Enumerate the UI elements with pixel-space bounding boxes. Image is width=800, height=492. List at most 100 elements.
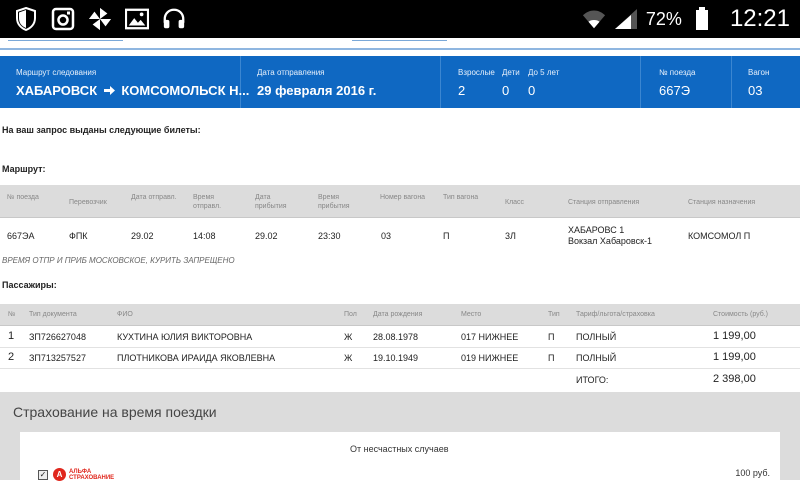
birth-cell: 19.10.1949 [373, 353, 419, 363]
class-cell: 3Л [505, 231, 516, 241]
carrier-cell: ФПК [69, 231, 88, 241]
car-no-cell: 03 [381, 231, 392, 241]
col-carrier: Перевозчик [69, 199, 107, 206]
passenger-counts: Взрослые 2 Дети 0 До 5 лет 0 [441, 56, 641, 108]
train-value: 667Э [659, 83, 691, 98]
col-num: № [8, 311, 16, 318]
battery-icon [690, 7, 714, 31]
seat-cell: 017 НИЖНЕЕ [461, 332, 519, 342]
route-note: ВРЕМЯ ОТПР И ПРИБ МОСКОВСКОЕ, КУРИТЬ ЗАП… [2, 256, 235, 265]
col-arr-date: Дата прибытия [255, 194, 287, 210]
arr-date-cell: 29.02 [255, 231, 278, 241]
cut-off-link[interactable] [352, 38, 447, 41]
pinwheel-icon [88, 7, 112, 31]
car-label: Вагон [748, 68, 770, 77]
row-divider [0, 368, 800, 369]
route-label: Маршрут следования [16, 68, 97, 77]
dep-date-cell: 29.02 [131, 231, 154, 241]
clock: 12:21 [729, 5, 790, 32]
col-tariff: Тариф/льгота/страховка [576, 311, 655, 318]
tariff-cell: ПОЛНЫЙ [576, 332, 617, 342]
col-arr-time: Время прибытия [318, 194, 350, 210]
doc-cell: ЗП713257527 [29, 353, 86, 363]
train-cell: 667ЭА [7, 231, 35, 241]
seat-cell: 019 НИЖНЕЕ [461, 353, 519, 363]
insurance-panel: Страхование на время поездки От несчастн… [0, 392, 800, 492]
col-seat: Место [461, 311, 482, 318]
alfa-logo-text: АЛЬФА СТРАХОВАНИЕ [69, 468, 115, 481]
train-summary: № поезда 667Э [641, 56, 732, 108]
children-value: 0 [502, 83, 510, 98]
route-table-header: № поезда Перевозчик Дата отправл. Время … [0, 185, 800, 218]
trip-summary-header: Маршрут следования ХАБАРОВСК КОМСОМОЛЬСК… [0, 56, 800, 108]
battery-level: 72% [645, 8, 682, 29]
insurance-subtitle: От несчастных случаев [350, 444, 449, 454]
col-car-type: Тип вагона [443, 194, 479, 201]
type-cell: П [548, 353, 555, 363]
price-cell: 1 199,00 [713, 351, 756, 363]
type-cell: П [548, 332, 555, 342]
wifi-icon [582, 7, 606, 31]
instagram-icon [51, 7, 75, 31]
alfa-insurance-logo: A АЛЬФА СТРАХОВАНИЕ [53, 468, 114, 481]
col-name: ФИО [117, 311, 133, 318]
arr-time-cell: 23:30 [318, 231, 341, 241]
passengers-table-header: № Тип документа ФИО Пол Дата рождения Ме… [0, 304, 800, 326]
row-num: 1 [8, 330, 15, 342]
gallery-icon [125, 7, 149, 31]
row-num: 2 [8, 351, 15, 363]
row-divider [0, 347, 800, 348]
name-cell: ПЛОТНИКОВА ИРАИДА ЯКОВЛЕВНА [117, 353, 276, 363]
name-cell: КУХТИНА ЮЛИЯ ВИКТОРОВНА [117, 332, 253, 342]
col-sex: Пол [344, 311, 357, 318]
passengers-heading: Пассажиры: [2, 280, 57, 290]
col-doc-type: Тип документа [29, 311, 77, 318]
car-value: 03 [748, 83, 763, 98]
col-type: Тип [548, 311, 560, 318]
birth-cell: 28.08.1978 [373, 332, 419, 342]
col-arr-station: Станция назначения [688, 199, 756, 206]
arrow-right-icon [103, 83, 115, 98]
col-dep-station: Станция отправления [568, 199, 640, 206]
insurance-card: От несчастных случаев ✓ A АЛЬФА СТРАХОВАН… [20, 432, 780, 492]
date-value: 29 февраля 2016 г. [257, 83, 377, 98]
date-summary: Дата отправления 29 февраля 2016 г. [241, 56, 441, 108]
alfa-logo-icon: A [53, 468, 66, 481]
intro-text: На ваш запрос выданы следующие билеты: [2, 125, 201, 135]
insurance-title: Страхование на время поездки [13, 404, 217, 420]
route-to: КОМСОМОЛЬСК Н... [121, 83, 250, 98]
col-class: Класс [505, 199, 525, 206]
total-label: ИТОГО: [576, 375, 609, 385]
car-summary: Вагон 03 [732, 56, 800, 108]
headphones-icon [162, 7, 186, 31]
price-cell: 1 199,00 [713, 330, 756, 342]
dep-station-cell: ХАБАРОВС 1 [568, 225, 625, 235]
col-car-no: Номер вагона [380, 194, 426, 201]
children-label: Дети [502, 68, 520, 77]
dep-time-cell: 14:08 [193, 231, 216, 241]
arr-station-cell: КОМСОМОЛ П [688, 231, 751, 241]
top-stripe [0, 38, 800, 56]
dep-station-sub-cell: Вокзал Хабаровск-1 [568, 236, 653, 246]
doc-cell: ЗП726627048 [29, 332, 86, 342]
total-value: 2 398,00 [713, 373, 756, 385]
insurance-checkbox[interactable]: ✓ [38, 470, 48, 480]
cut-off-link[interactable] [8, 38, 123, 41]
route-from: ХАБАРОВСК [16, 83, 98, 98]
sex-cell: Ж [344, 332, 353, 342]
date-label: Дата отправления [257, 68, 325, 77]
col-birth: Дата рождения [373, 311, 423, 318]
adults-label: Взрослые [458, 68, 495, 77]
under5-value: 0 [528, 83, 536, 98]
tariff-cell: ПОЛНЫЙ [576, 353, 617, 363]
route-summary: Маршрут следования ХАБАРОВСК КОМСОМОЛЬСК… [0, 56, 249, 108]
col-price: Стоимость (руб.) [713, 311, 768, 318]
adults-value: 2 [458, 83, 466, 98]
under5-label: До 5 лет [528, 68, 560, 77]
route-heading: Маршрут: [2, 164, 46, 174]
col-dep-time: Время отправл. [193, 194, 222, 210]
insurance-price: 100 руб. [735, 468, 770, 478]
shield-icon [14, 7, 38, 31]
sex-cell: Ж [344, 353, 353, 363]
status-bar: 72% 12:21 [0, 0, 800, 38]
